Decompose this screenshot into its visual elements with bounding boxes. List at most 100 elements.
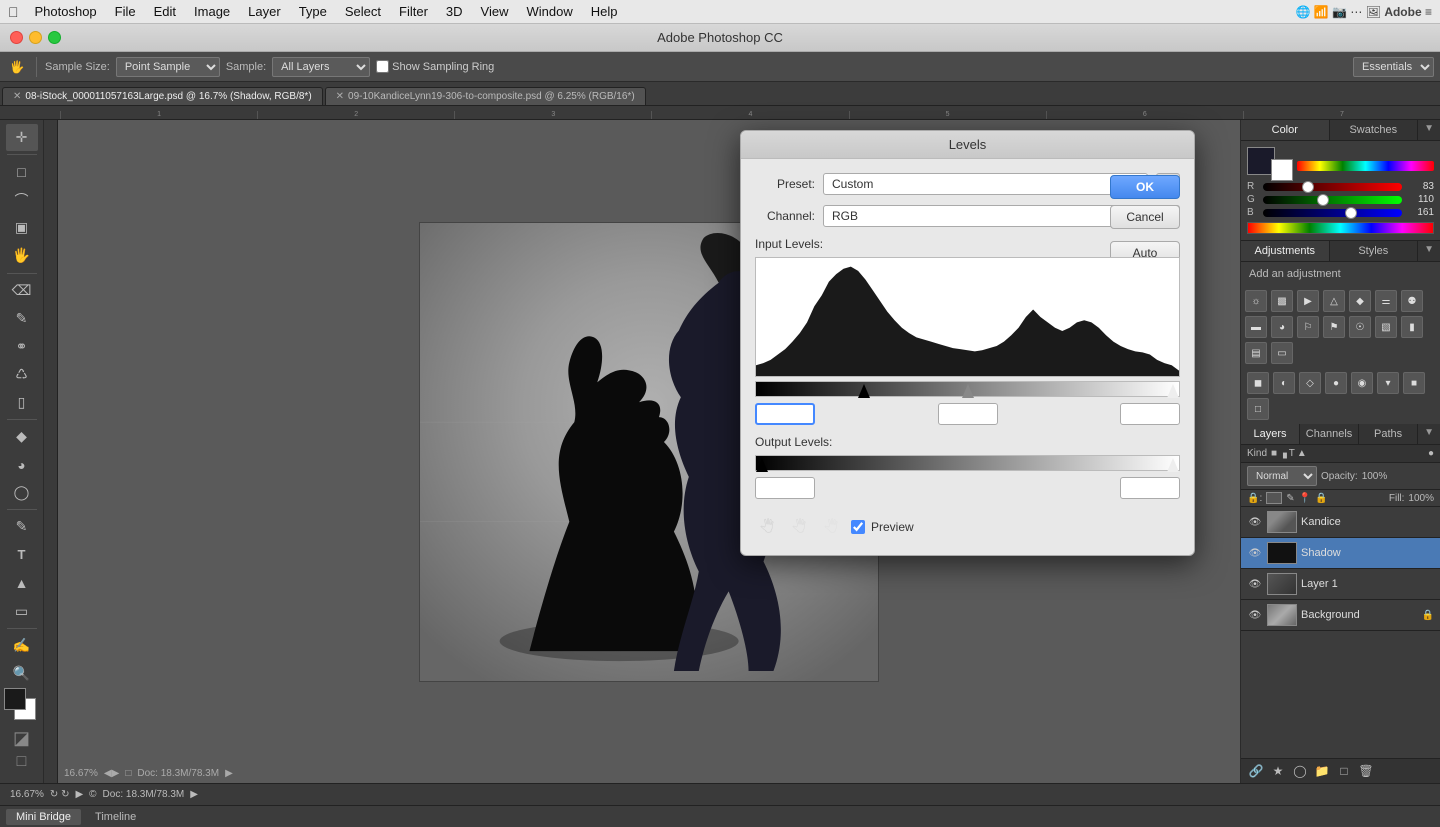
- adj-2-8-icon[interactable]: □: [1247, 398, 1269, 420]
- workspace-select[interactable]: Essentials: [1353, 57, 1434, 77]
- lock-all-icon[interactable]: 🔒: [1315, 493, 1327, 504]
- tab-paths[interactable]: Paths: [1359, 424, 1418, 444]
- adj-2-3-icon[interactable]: ◇: [1299, 372, 1321, 394]
- menu-3d[interactable]: 3D: [438, 2, 471, 21]
- hsl-adj-icon[interactable]: ⚌: [1375, 290, 1397, 312]
- invert-adj-icon[interactable]: ☉: [1349, 316, 1371, 338]
- tab-2[interactable]: ✕ 09-10KandiceLynn19-306-to-composite.ps…: [325, 87, 646, 105]
- screen-mode-icon[interactable]: □: [17, 753, 27, 771]
- eyedropper-gray-button[interactable]: 🖑: [787, 517, 811, 541]
- shape-tool[interactable]: ▭: [6, 598, 38, 625]
- menu-help[interactable]: Help: [583, 2, 626, 21]
- vibrance-adj-icon[interactable]: ◆: [1349, 290, 1371, 312]
- menu-edit[interactable]: Edit: [146, 2, 184, 21]
- input-black-slider[interactable]: [858, 384, 870, 398]
- output-gradient-bar[interactable]: [755, 455, 1180, 471]
- output-white-slider[interactable]: [1167, 458, 1179, 472]
- tab-styles[interactable]: Styles: [1330, 241, 1419, 261]
- adj-2-6-icon[interactable]: ▾: [1377, 372, 1399, 394]
- colorlookup-adj-icon[interactable]: ⚑: [1323, 316, 1345, 338]
- adj-panel-expand[interactable]: ▼: [1418, 241, 1440, 261]
- marquee-tool[interactable]: □: [6, 158, 38, 185]
- type-tool[interactable]: T: [6, 541, 38, 568]
- color-ramp[interactable]: [1247, 222, 1434, 234]
- eyedropper-black-button[interactable]: 🖑: [755, 517, 779, 541]
- quick-mask-icon[interactable]: ◪: [13, 728, 30, 749]
- move-tool[interactable]: ✛: [6, 124, 38, 151]
- link-layers-btn[interactable]: 🔗: [1247, 762, 1265, 780]
- blend-mode-select[interactable]: Normal Multiply: [1247, 466, 1317, 486]
- tab-channels[interactable]: Channels: [1300, 424, 1359, 444]
- brightness-adj-icon[interactable]: ☼: [1245, 290, 1267, 312]
- blue-slider-thumb[interactable]: [1345, 207, 1357, 219]
- colorbalance-adj-icon[interactable]: ⚉: [1401, 290, 1423, 312]
- lasso-tool[interactable]: ⌒: [6, 186, 38, 213]
- gradient-tool[interactable]: ◆: [6, 423, 38, 450]
- green-slider-track[interactable]: [1263, 196, 1402, 204]
- posterize-adj-icon[interactable]: ▧: [1375, 316, 1397, 338]
- path-tool[interactable]: ▲: [6, 570, 38, 597]
- eyedropper-tool[interactable]: 🖐: [6, 242, 38, 269]
- menu-window[interactable]: Window: [519, 2, 581, 21]
- eye-icon-shadow[interactable]: 👁: [1247, 545, 1263, 561]
- green-slider-thumb[interactable]: [1317, 194, 1329, 206]
- layers-panel-expand[interactable]: ▼: [1418, 424, 1440, 444]
- tab-color[interactable]: Color: [1241, 120, 1330, 140]
- threshold-adj-icon[interactable]: ▮: [1401, 316, 1423, 338]
- photofilter-adj-icon[interactable]: ◕: [1271, 316, 1293, 338]
- levels-adj-icon[interactable]: ▩: [1271, 290, 1293, 312]
- history-tool[interactable]: ♺: [6, 361, 38, 388]
- layer-filter-toggle[interactable]: ●: [1428, 448, 1434, 459]
- add-mask-btn[interactable]: ◯: [1291, 762, 1309, 780]
- blue-slider-track[interactable]: [1263, 209, 1402, 217]
- eye-icon-layer1[interactable]: 👁: [1247, 576, 1263, 592]
- menu-image[interactable]: Image: [186, 2, 238, 21]
- menu-photoshop[interactable]: Photoshop: [27, 2, 105, 21]
- adj-2-5-icon[interactable]: ◉: [1351, 372, 1373, 394]
- tab-1[interactable]: ✕ 08-iStock_000011057163Large.psd @ 16.7…: [2, 87, 323, 105]
- sample-select[interactable]: All Layers Current Layer: [272, 57, 370, 77]
- menu-view[interactable]: View: [473, 2, 517, 21]
- preset-select[interactable]: Custom Default: [823, 173, 1148, 195]
- levels-ok-button[interactable]: OK: [1110, 175, 1180, 199]
- input-gamma-slider[interactable]: [962, 384, 974, 398]
- crop-tool[interactable]: ▣: [6, 214, 38, 241]
- eye-icon-kandice[interactable]: 👁: [1247, 514, 1263, 530]
- input-black-field[interactable]: 253: [755, 403, 815, 425]
- levels-cancel-button[interactable]: Cancel: [1110, 205, 1180, 229]
- tab-adjustments[interactable]: Adjustments: [1241, 241, 1330, 261]
- curves-adj-icon[interactable]: ▶: [1297, 290, 1319, 312]
- blur-tool[interactable]: ◕: [6, 451, 38, 478]
- eraser-tool[interactable]: ▯: [6, 389, 38, 416]
- adj-2-2-icon[interactable]: ◐: [1273, 372, 1295, 394]
- filter-type-icon[interactable]: T: [1289, 448, 1295, 459]
- preview-checkbox[interactable]: [851, 520, 865, 534]
- adj-2-7-icon[interactable]: ■: [1403, 372, 1425, 394]
- zoom-tool[interactable]: 🔍: [6, 660, 38, 687]
- menu-select[interactable]: Select: [337, 2, 389, 21]
- tab-swatches[interactable]: Swatches: [1330, 120, 1419, 140]
- add-style-btn[interactable]: ★: [1269, 762, 1287, 780]
- input-gradient-bar[interactable]: [755, 381, 1180, 397]
- layer-item-kandice[interactable]: 👁 Kandice: [1241, 507, 1440, 538]
- filter-adjust-icon[interactable]: ▗: [1279, 448, 1287, 459]
- clone-tool[interactable]: ⚭: [6, 333, 38, 360]
- maximize-button[interactable]: [48, 31, 61, 44]
- close-button[interactable]: [10, 31, 23, 44]
- layer-item-background[interactable]: 👁 Background 🔒: [1241, 600, 1440, 631]
- adj-2-4-icon[interactable]: ●: [1325, 372, 1347, 394]
- layer-item-layer1[interactable]: 👁 Layer 1: [1241, 569, 1440, 600]
- color-panel-expand[interactable]: ▼: [1418, 120, 1440, 140]
- mini-bridge-tab[interactable]: Mini Bridge: [6, 809, 81, 825]
- adj-2-1-icon[interactable]: ◼: [1247, 372, 1269, 394]
- lock-position-icon[interactable]: 📍: [1299, 493, 1311, 504]
- menu-filter[interactable]: Filter: [391, 2, 436, 21]
- show-sampling-ring-toggle[interactable]: Show Sampling Ring: [376, 60, 494, 73]
- hand-tool[interactable]: ✍: [6, 632, 38, 659]
- timeline-tab[interactable]: Timeline: [85, 809, 146, 825]
- lock-transparency-icon[interactable]: [1266, 492, 1282, 504]
- filter-pixel-icon[interactable]: ■: [1271, 448, 1277, 459]
- input-white-slider[interactable]: [1167, 384, 1179, 398]
- sample-size-select[interactable]: Point Sample 3 by 3 Average 5 by 5 Avera…: [116, 57, 220, 77]
- menu-type[interactable]: Type: [291, 2, 335, 21]
